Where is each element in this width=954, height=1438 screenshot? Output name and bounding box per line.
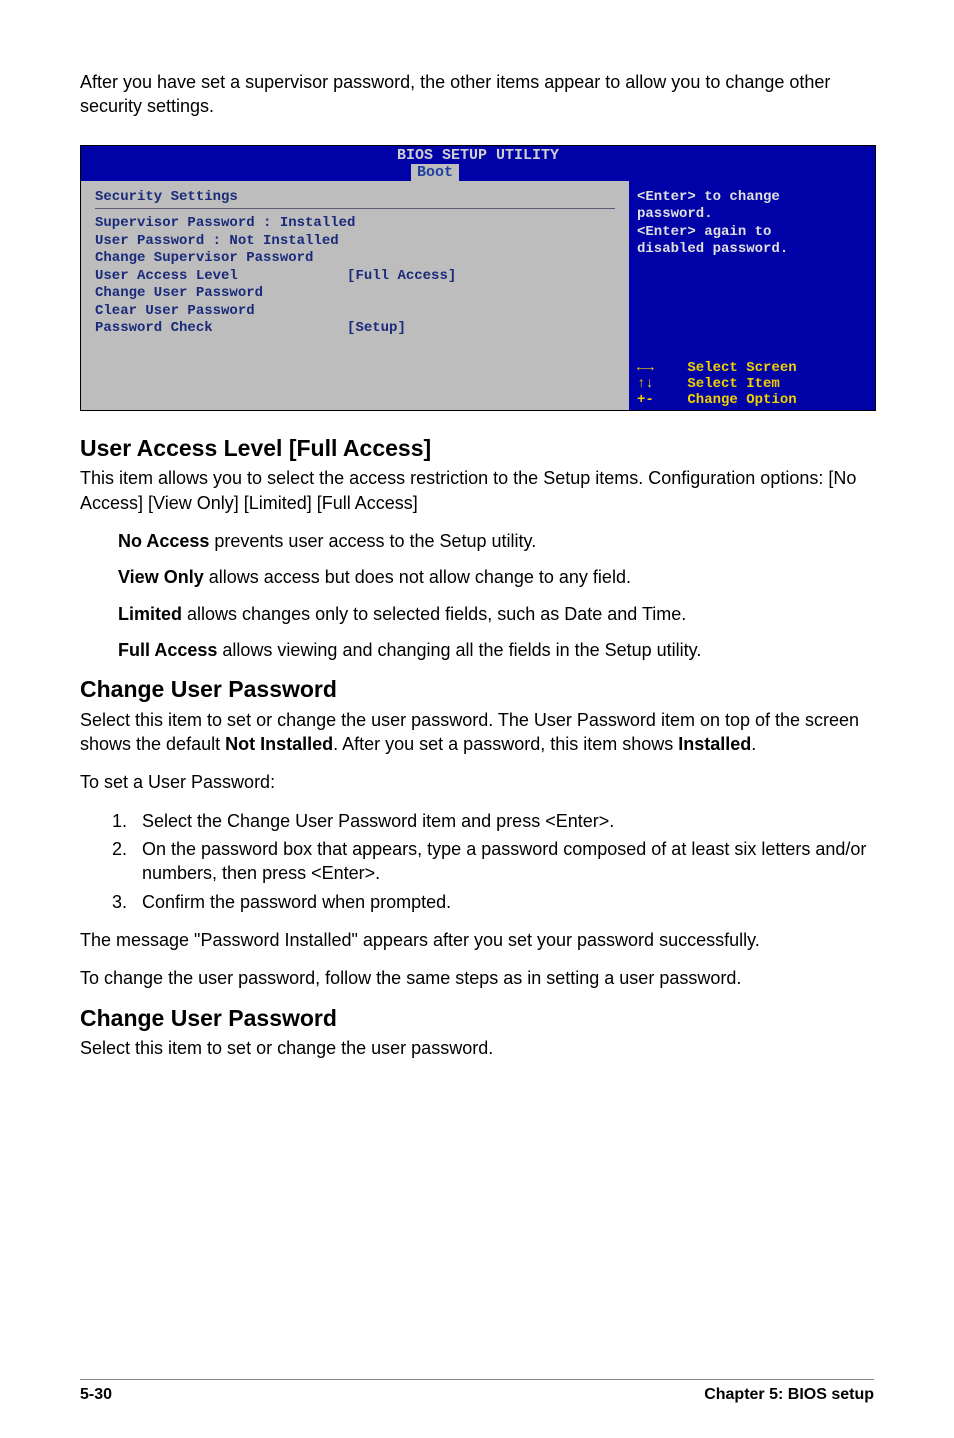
footer-page-number: 5-30 [80, 1386, 112, 1404]
cup1-after2: To change the user password, follow the … [80, 966, 874, 990]
bios-title: BIOS SETUP UTILITY [81, 146, 875, 164]
cup1-body-post: . [751, 734, 756, 754]
bios-change-supervisor: Change Supervisor Password [95, 250, 615, 268]
ual-full-term: Full Access [118, 640, 217, 660]
bios-section-heading: Security Settings [95, 189, 615, 207]
cup1-step-1: Select the Change User Password item and… [132, 809, 874, 833]
ual-option-limited: Limited allows changes only to selected … [118, 602, 874, 626]
heading-change-user-password-2: Change User Password [80, 1005, 874, 1033]
cup1-bold-installed: Installed [678, 734, 751, 754]
bios-user-access-level-row: User Access Level [Full Access] [95, 268, 615, 286]
ual-limited-term: Limited [118, 604, 182, 624]
footer-chapter: Chapter 5: BIOS setup [704, 1386, 874, 1404]
ual-option-view-only: View Only allows access but does not all… [118, 565, 874, 589]
cup1-after1: The message "Password Installed" appears… [80, 928, 874, 952]
bios-main-panel: Security Settings Supervisor Password : … [81, 181, 629, 356]
cup2-description: Select this item to set or change the us… [80, 1036, 874, 1060]
bios-footer-spacer [81, 356, 629, 410]
bios-utility-screenshot: BIOS SETUP UTILITY Boot Security Setting… [80, 145, 876, 411]
intro-paragraph: After you have set a supervisor password… [80, 70, 874, 119]
cup1-body-mid: . After you set a password, this item sh… [333, 734, 678, 754]
heading-change-user-password-1: Change User Password [80, 676, 874, 704]
ual-option-full-access: Full Access allows viewing and changing … [118, 638, 874, 662]
ual-noaccess-term: No Access [118, 531, 209, 551]
page-footer: 5-30 Chapter 5: BIOS setup [80, 1379, 874, 1404]
bios-key-legend: ←→ Select Screen ↑↓ Select Item +- Chang… [629, 356, 875, 410]
ual-limited-desc: allows changes only to selected fields, … [182, 604, 686, 624]
bios-user-password: User Password : Not Installed [95, 233, 615, 251]
bios-supervisor-password: Supervisor Password : Installed [95, 215, 615, 233]
bios-help-panel: <Enter> to change password. <Enter> agai… [629, 181, 875, 356]
bios-pw-check-label: Password Check [95, 320, 213, 336]
ual-option-no-access: No Access prevents user access to the Se… [118, 529, 874, 553]
cup1-bold-not-installed: Not Installed [225, 734, 333, 754]
bios-ual-label: User Access Level [95, 268, 238, 284]
cup1-toset: To set a User Password: [80, 770, 874, 794]
bios-password-check-row: Password Check [Setup] [95, 320, 615, 338]
bios-change-user: Change User Password [95, 285, 615, 303]
bios-clear-user: Clear User Password [95, 303, 615, 321]
cup1-steps: Select the Change User Password item and… [80, 809, 874, 914]
ual-viewonly-desc: allows access but does not allow change … [204, 567, 631, 587]
ual-full-desc: allows viewing and changing all the fiel… [217, 640, 701, 660]
ual-viewonly-term: View Only [118, 567, 204, 587]
cup1-step-3: Confirm the password when prompted. [132, 890, 874, 914]
cup1-description: Select this item to set or change the us… [80, 708, 874, 757]
cup1-step-2: On the password box that appears, type a… [132, 837, 874, 886]
bios-ual-value: [Full Access] [347, 268, 456, 284]
heading-user-access-level: User Access Level [Full Access] [80, 435, 874, 463]
ual-noaccess-desc: prevents user access to the Setup utilit… [209, 531, 536, 551]
ual-description: This item allows you to select the acces… [80, 466, 874, 515]
bios-tab-boot: Boot [411, 164, 459, 181]
bios-pw-check-value: [Setup] [347, 320, 406, 336]
